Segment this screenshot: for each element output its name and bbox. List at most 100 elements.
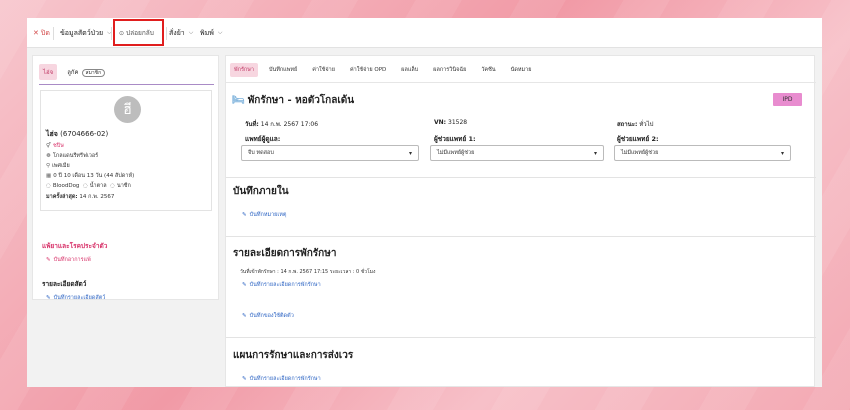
admit-date: วันที่: 14 ก.พ. 2567 17:06	[245, 119, 318, 129]
tab-vaccine[interactable]: วัคซีน	[481, 66, 495, 74]
breed-text: เพศเมีย	[52, 163, 70, 169]
patient-card: ฮี ไฮ่จ (6704666-02) ⚥ ชปิษ ☸ โกลแดนรีทรีฟ…	[40, 90, 212, 211]
page-title-text: พักรักษา - หอตัวโกลเด้น	[247, 95, 355, 106]
sex-icon: ⚥	[46, 143, 51, 149]
status-label: สถานะ:	[617, 121, 638, 128]
tab-doctor-notes[interactable]: บันทึกแพทย์	[269, 66, 297, 74]
allergy-link[interactable]: ✎ บันทึกอาการแพ้	[46, 256, 91, 264]
belongings-link[interactable]: ✎ บันทึกของใช้ติดตัว	[242, 312, 294, 320]
vn-value: 31528	[448, 119, 468, 126]
allergy-link-label: บันทึกอาการแพ้	[53, 257, 91, 263]
tab-expenses-opd[interactable]: ค่าใช้จ่าย OPD	[350, 66, 386, 74]
patient-info-label: ข้อมูลสัตว์ป่วย	[60, 28, 104, 37]
treatment-plan-link-label: บันทึกรายละเอียดการพักรักษา	[249, 376, 321, 382]
patient-age: ▦ 0 ปี 10 เดือน 13 วัน (44 สัปดาห์)	[46, 172, 134, 180]
ipd-badge: IPD	[773, 93, 802, 106]
pencil-icon: ✎	[46, 295, 51, 301]
tab-diagnosis[interactable]: ผลการวินิจฉัย	[433, 66, 466, 74]
last-visit-label: มาครั้งล่าสุด:	[46, 194, 78, 200]
doctor-select-value: จีบ ทดสอบ	[248, 150, 274, 156]
divider	[226, 236, 816, 237]
age-text: 0 ปี 10 เดือน 13 วัน (44 สัปดาห์)	[53, 173, 135, 179]
admission-detail-link[interactable]: ✎ บันทึกรายละเอียดการพักรักษา	[242, 281, 321, 289]
internal-notes-link[interactable]: ✎ บันทึกหมายเหตุ	[242, 211, 286, 219]
admission-info: วันที่เข้าพักรักษา : 14 ก.พ. 2567 17:15 …	[240, 269, 376, 275]
tab-admission[interactable]: พักรักษา	[230, 63, 258, 77]
doctor-label: แพทย์ผู้ดูแล:	[245, 135, 281, 143]
page-title: 🛏 พักรักษา - หอตัวโกลเด้น	[232, 93, 354, 108]
tab-appointment[interactable]: นัดหมาย	[511, 66, 532, 74]
detail-link[interactable]: ✎ บันทึกรายละเอียดสัตว์	[46, 294, 105, 302]
patient-panel: ไฮ่จ ลูกัค สมาชิก ฮี ไฮ่จ (6704666-02) ⚥ ช…	[32, 55, 219, 302]
main-tabs: พักรักษา บันทึกแพทย์ ค่าใช้จ่าย ค่าใช้จ่…	[230, 62, 546, 78]
belongings-link-label: บันทึกของใช้ติดตัว	[249, 313, 294, 319]
pencil-icon: ✎	[46, 257, 51, 263]
tag-icon: ◌	[82, 183, 88, 189]
print-menu[interactable]: พิมพ์ ⌵	[200, 18, 222, 48]
detail-title: รายละเอียดสัตว์	[42, 280, 87, 288]
assistant1-select-value: ไม่มีแพทย์ผู้ช่วย	[437, 150, 475, 156]
caret-down-icon: ▾	[408, 149, 412, 157]
doctor-select[interactable]: จีบ ทดสอบ ▾	[241, 145, 419, 161]
patient-tags: ◌ BloodDog ◌ น้ำตาล ◌ นาชีก	[46, 182, 131, 190]
patient-name-text: ไฮ่จ	[46, 130, 58, 138]
pencil-icon: ✎	[242, 376, 247, 382]
assistant2-select-value: ไม่มีแพทย์ผู้ช่วย	[621, 150, 659, 156]
admission-detail-title: รายละเอียดการพักรักษา	[233, 248, 337, 259]
calendar-icon: ▦	[46, 173, 52, 179]
app-window: ✕ ปิด ข้อมูลสัตว์ป่วย ⌵ ⊙ ปล่อยกลับ สั่งย้า…	[27, 18, 822, 387]
patient-tabs: ไฮ่จ ลูกัค สมาชิก	[39, 64, 115, 80]
divider	[226, 177, 816, 178]
internal-notes-title: บันทึกภายใน	[233, 186, 289, 197]
close-label: ปิด	[40, 28, 50, 37]
assistant2-label: ผู้ช่วยแพทย์ 2:	[617, 135, 659, 143]
divider	[166, 27, 167, 40]
admission-detail-link-label: บันทึกรายละเอียดการพักรักษา	[249, 282, 321, 288]
tab-owner-label: ลูกัค	[67, 69, 79, 76]
tab-lab[interactable]: ผลแล็บ	[401, 66, 418, 74]
blood-text: BloodDog	[52, 183, 80, 189]
print-label: พิมพ์	[200, 28, 214, 37]
pencil-icon: ✎	[242, 282, 247, 288]
allergy-title: แพ้ยาและโรคประจำตัว	[42, 242, 108, 250]
last-visit: มาครั้งล่าสุด: 14 ก.พ. 2567	[46, 193, 114, 201]
tab-underline	[39, 84, 214, 85]
date-value: 14 ก.พ. 2567 17:06	[260, 121, 319, 128]
chevron-down-icon: ⌵	[217, 29, 223, 36]
member-chip: สมาชิก	[81, 69, 106, 77]
avatar: ฮี	[114, 96, 141, 123]
assistant2-select[interactable]: ไม่มีแพทย์ผู้ช่วย ▾	[614, 145, 791, 161]
patient-sex: ⚥ ชปิษ	[46, 142, 64, 150]
pencil-icon: ✎	[242, 212, 247, 218]
patient-info-menu[interactable]: ข้อมูลสัตว์ป่วย ⌵	[60, 18, 112, 48]
divider	[226, 337, 816, 338]
date-label: วันที่:	[245, 121, 259, 128]
close-icon: ✕	[33, 29, 39, 37]
last-visit-date: 14 ก.พ. 2567	[79, 194, 115, 200]
main-panel: พักรักษา บันทึกแพทย์ ค่าใช้จ่าย ค่าใช้จ่…	[225, 55, 816, 387]
vn: VN: 31528	[434, 119, 467, 126]
status-value: ทั่วไป	[639, 121, 654, 128]
bed-icon: 🛏	[232, 95, 245, 106]
assistant1-select[interactable]: ไม่มีแพทย์ผู้ช่วย ▾	[430, 145, 604, 161]
tab-owner[interactable]: ลูกัค สมาชิก	[63, 64, 109, 80]
internal-notes-link-label: บันทึกหมายเหตุ	[249, 212, 287, 218]
order-menu[interactable]: สั่งย้า ⌵	[169, 18, 193, 48]
detail-link-label: บันทึกรายละเอียดสัตว์	[53, 295, 106, 301]
highlight-box	[113, 19, 164, 46]
close-button[interactable]: ✕ ปิด	[33, 18, 50, 48]
vn-label: VN:	[434, 119, 447, 126]
paw-icon: ☸	[46, 153, 51, 159]
tab-expenses[interactable]: ค่าใช้จ่าย	[312, 66, 335, 74]
caret-down-icon: ▾	[593, 149, 597, 157]
treatment-plan-link[interactable]: ✎ บันทึกรายละเอียดการพักรักษา	[242, 375, 321, 383]
info-icon: ◌	[110, 183, 115, 189]
chevron-down-icon: ⌵	[188, 29, 194, 36]
treatment-plan-title: แผนการรักษาและการส่งเวร	[233, 350, 354, 361]
divider	[111, 27, 112, 40]
patient-breed: ⚲ เพศเมีย	[46, 162, 70, 170]
order-label: สั่งย้า	[169, 28, 185, 37]
tab-patient[interactable]: ไฮ่จ	[39, 64, 58, 80]
toolbar: ✕ ปิด ข้อมูลสัตว์ป่วย ⌵ ⊙ ปล่อยกลับ สั่งย้า…	[27, 18, 822, 48]
pencil-icon: ✎	[242, 313, 247, 319]
